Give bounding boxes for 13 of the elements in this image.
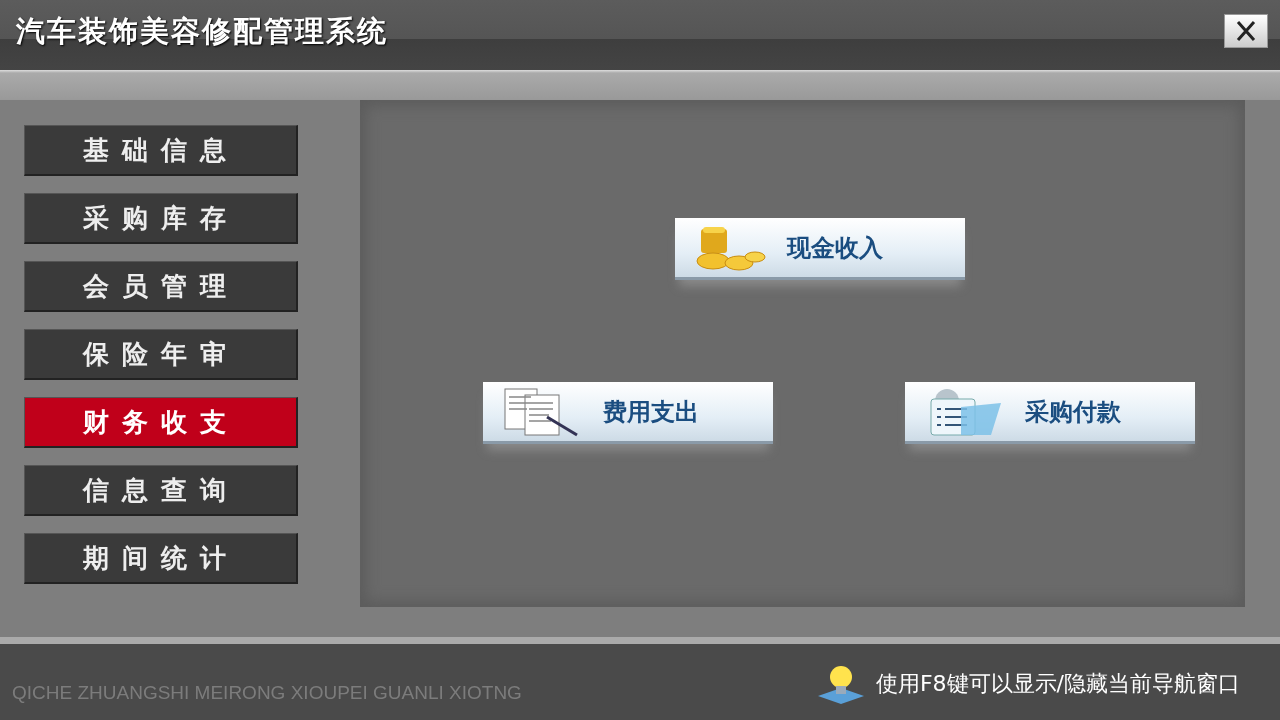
- sidebar-item[interactable]: 财务收支: [24, 397, 298, 448]
- action-button[interactable]: 现金收入: [675, 218, 965, 280]
- sidebar-item[interactable]: 保险年审: [24, 329, 298, 380]
- hint-text: 使用F8键可以显示/隐藏当前导航窗口: [875, 670, 1240, 698]
- sidebar-item[interactable]: 基础信息: [24, 125, 298, 176]
- sidebar-item[interactable]: 会员管理: [24, 261, 298, 312]
- sidebar-item[interactable]: 期间统计: [24, 533, 298, 584]
- window-title: 汽车装饰美容修配管理系统: [16, 13, 388, 50]
- sidebar-item[interactable]: 采购库存: [24, 193, 298, 244]
- sidebar-item[interactable]: 信息查询: [24, 465, 298, 516]
- action-button[interactable]: 采购付款: [905, 382, 1195, 444]
- close-button[interactable]: [1224, 14, 1268, 48]
- action-button[interactable]: 费用支出: [483, 382, 773, 444]
